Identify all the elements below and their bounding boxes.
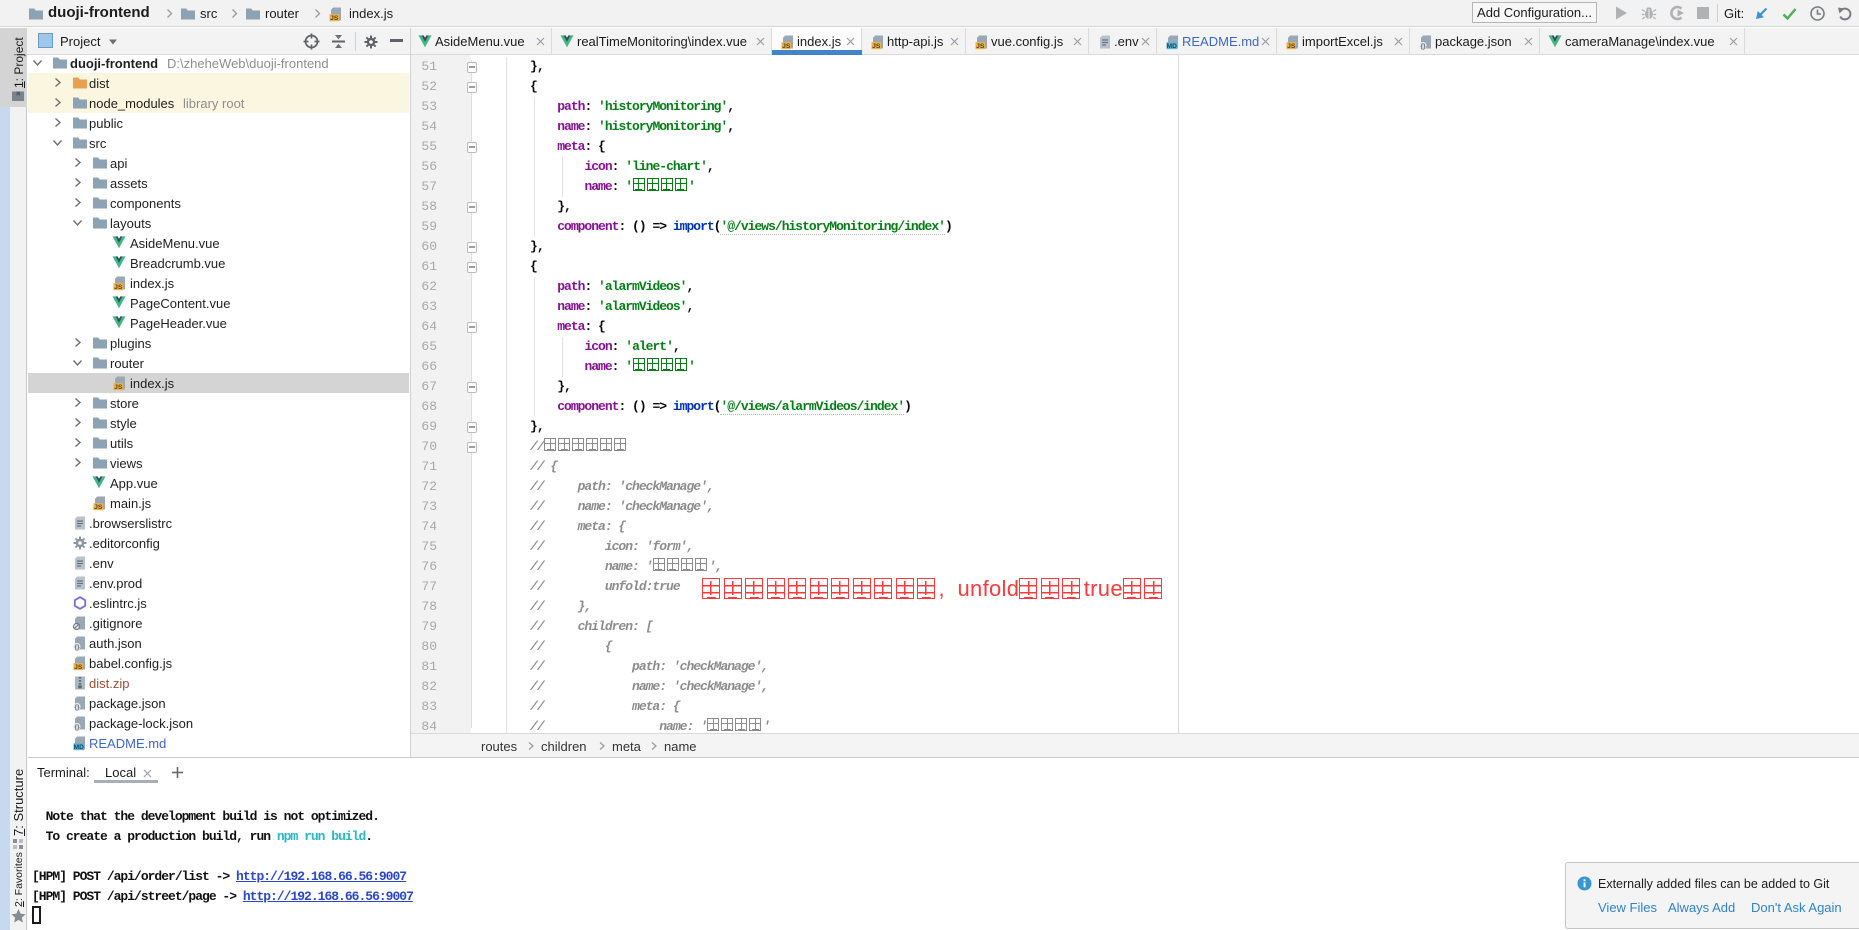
svg-text:{}: {}	[1420, 43, 1426, 50]
svg-text:JS: JS	[114, 384, 123, 391]
svg-text:MD: MD	[1167, 43, 1177, 50]
svg-text:JS: JS	[1287, 43, 1296, 50]
svg-text:JS: JS	[114, 284, 123, 291]
svg-text:JS: JS	[94, 504, 103, 511]
svg-text:{}: {}	[74, 724, 80, 731]
svg-text:JS: JS	[782, 43, 791, 50]
svg-text:JS: JS	[74, 664, 83, 671]
svg-text:MD: MD	[74, 744, 84, 751]
svg-text:{}: {}	[74, 644, 80, 651]
svg-text:{}: {}	[74, 704, 80, 711]
svg-text:JS: JS	[330, 15, 339, 22]
svg-text:JS: JS	[976, 43, 985, 50]
svg-text:JS: JS	[872, 43, 881, 50]
